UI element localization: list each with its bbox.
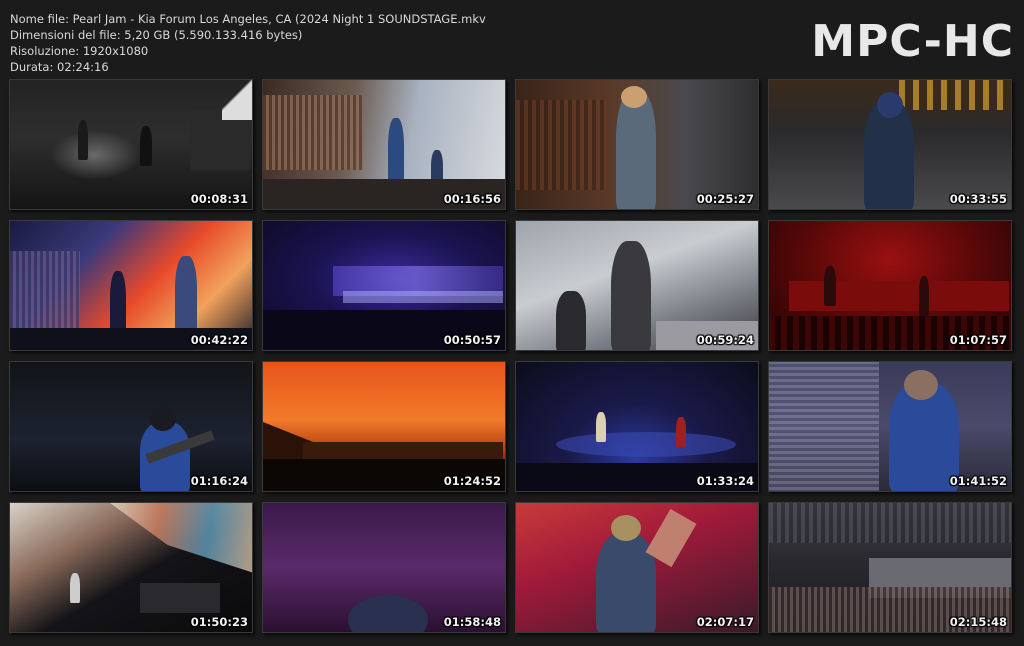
timestamp: 01:07:57: [949, 333, 1007, 347]
frame-image: [263, 221, 505, 350]
frame-image: [516, 362, 758, 491]
frame-image: [769, 503, 1011, 632]
frame-image: [516, 80, 758, 209]
file-duration: Durata: 02:24:16: [10, 60, 109, 74]
file-resolution: Risoluzione: 1920x1080: [10, 44, 149, 58]
app-logo: MPC-HC: [811, 16, 1014, 67]
thumbnail-sheet: Nome file: Pearl Jam - Kia Forum Los Ang…: [0, 0, 1024, 646]
thumbnail[interactable]: 01:50:23: [9, 502, 253, 633]
thumbnail[interactable]: 02:15:48: [768, 502, 1012, 633]
frame-image: [769, 80, 1011, 209]
thumbnail[interactable]: 00:59:24: [515, 220, 759, 351]
thumbnail[interactable]: 01:24:52: [262, 361, 506, 492]
thumbnail-grid: 00:08:31 00:16:56 00:25:27 00:33:55 00:4…: [9, 79, 1012, 633]
thumbnail[interactable]: 01:07:57: [768, 220, 1012, 351]
thumbnail[interactable]: 02:07:17: [515, 502, 759, 633]
thumbnail[interactable]: 01:41:52: [768, 361, 1012, 492]
thumbnail[interactable]: 00:08:31: [9, 79, 253, 210]
thumbnail[interactable]: 00:42:22: [9, 220, 253, 351]
timestamp: 00:16:56: [443, 192, 501, 206]
frame-image: [769, 362, 1011, 491]
frame-image: [10, 362, 252, 491]
thumbnail[interactable]: 01:16:24: [9, 361, 253, 492]
timestamp: 01:33:24: [696, 474, 754, 488]
thumbnail[interactable]: 00:16:56: [262, 79, 506, 210]
file-name: Nome file: Pearl Jam - Kia Forum Los Ang…: [10, 12, 486, 26]
frame-image: [10, 503, 252, 632]
frame-image: [263, 80, 505, 209]
thumbnail[interactable]: 00:33:55: [768, 79, 1012, 210]
thumbnail[interactable]: 00:25:27: [515, 79, 759, 210]
file-size: Dimensioni del file: 5,20 GB (5.590.133.…: [10, 28, 303, 42]
frame-image: [10, 80, 252, 209]
timestamp: 00:25:27: [696, 192, 754, 206]
frame-image: [263, 362, 505, 491]
timestamp: 01:41:52: [949, 474, 1007, 488]
frame-image: [769, 221, 1011, 350]
timestamp: 01:24:52: [443, 474, 501, 488]
timestamp: 02:15:48: [949, 615, 1007, 629]
thumbnail[interactable]: 01:33:24: [515, 361, 759, 492]
timestamp: 00:33:55: [949, 192, 1007, 206]
thumbnail[interactable]: 01:58:48: [262, 502, 506, 633]
timestamp: 01:50:23: [190, 615, 248, 629]
timestamp: 00:42:22: [190, 333, 248, 347]
frame-image: [516, 503, 758, 632]
timestamp: 00:50:57: [443, 333, 501, 347]
thumbnail[interactable]: 00:50:57: [262, 220, 506, 351]
frame-image: [263, 503, 505, 632]
frame-image: [516, 221, 758, 350]
frame-image: [10, 221, 252, 350]
timestamp: 01:16:24: [190, 474, 248, 488]
timestamp: 02:07:17: [696, 615, 754, 629]
timestamp: 00:08:31: [190, 192, 248, 206]
file-info: Nome file: Pearl Jam - Kia Forum Los Ang…: [10, 11, 486, 75]
timestamp: 01:58:48: [443, 615, 501, 629]
timestamp: 00:59:24: [696, 333, 754, 347]
